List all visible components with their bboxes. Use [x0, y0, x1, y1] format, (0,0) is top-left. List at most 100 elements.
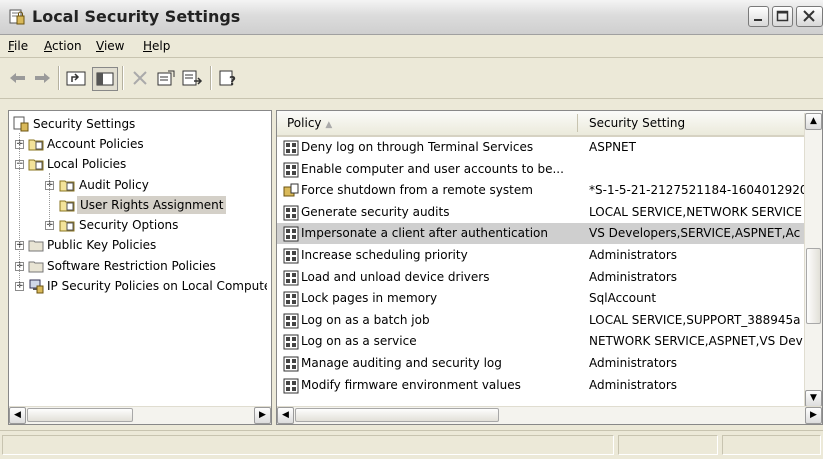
maximize-button[interactable]	[772, 6, 793, 27]
tree-horizontal-scrollbar[interactable]: ◀ ▶	[9, 406, 271, 424]
policy-name: Manage auditing and security log	[301, 356, 502, 370]
security-setting-value: LOCAL SERVICE,NETWORK SERVICE	[589, 204, 803, 219]
policy-row[interactable]: Generate security audits LOCAL SERVICE,NE…	[277, 202, 822, 223]
scroll-down-button[interactable]: ▼	[805, 390, 822, 407]
policy-row[interactable]: Manage auditing and security log Administ…	[277, 353, 822, 374]
minimize-icon	[754, 19, 762, 21]
user-right-policy-icon	[283, 270, 299, 286]
policy-name: Log on as a service	[301, 334, 417, 349]
close-icon	[803, 10, 815, 22]
tree-item-public-key-policies[interactable]: + Public Key Policies	[13, 236, 263, 254]
help-icon[interactable]: ?	[216, 67, 240, 89]
policy-name: Generate security audits	[301, 204, 450, 219]
scroll-thumb[interactable]	[295, 408, 499, 422]
policy-row[interactable]: Modify firmware environment values Admini…	[277, 375, 822, 396]
policy-folder-icon	[28, 159, 44, 171]
list-vertical-scrollbar[interactable]: ▲ ▼	[804, 113, 822, 407]
close-button[interactable]	[796, 6, 823, 27]
security-setting-value: Administrators	[589, 248, 678, 262]
scroll-left-button[interactable]: ◀	[277, 407, 294, 424]
security-settings-icon	[9, 9, 25, 25]
forward-arrow-icon[interactable]	[30, 67, 54, 89]
menu-file[interactable]: File	[8, 39, 28, 53]
user-right-policy-icon	[283, 140, 299, 156]
sort-ascending-icon: ▲	[325, 120, 333, 130]
policy-row[interactable]: Impersonate a client after authenticatio…	[277, 223, 822, 245]
policy-name: Force shutdown from a remote system	[301, 183, 533, 198]
security-settings-icon	[13, 116, 29, 132]
up-one-level-icon[interactable]	[64, 67, 88, 89]
user-right-policy-icon	[283, 162, 299, 178]
policy-row[interactable]: Force shutdown from a remote system *S-1-…	[277, 180, 822, 201]
status-panel-main	[2, 435, 614, 455]
toolbar-separator	[210, 66, 212, 90]
policy-row[interactable]: Log on as a service NETWORK SERVICE,ASPNE…	[277, 331, 822, 352]
user-right-policy-icon	[283, 313, 299, 329]
policy-folder-icon	[59, 180, 75, 192]
user-right-policy-icon	[283, 226, 299, 242]
security-setting-value: LOCAL SERVICE,SUPPORT_388945a	[589, 312, 801, 327]
security-setting-value: *S-1-5-21-2127521184-1604012920	[589, 183, 808, 198]
column-divider[interactable]	[577, 114, 578, 132]
policy-name: Load and unload device drivers	[301, 269, 490, 284]
status-bar	[0, 430, 823, 459]
ip-security-icon	[29, 279, 44, 294]
policy-row[interactable]: Deny log on through Terminal Services ASP…	[277, 137, 822, 158]
tree-connector-line	[19, 133, 20, 288]
policy-name: Lock pages in memory	[301, 291, 438, 306]
toolbar-separator	[58, 66, 60, 90]
user-right-policy-icon	[283, 378, 299, 394]
policy-folder-icon	[28, 139, 44, 151]
tree-item-account-policies[interactable]: + Account Policies	[13, 135, 263, 153]
policy-name: Log on as a batch job	[301, 312, 430, 327]
back-arrow-icon[interactable]	[6, 67, 30, 89]
policy-row[interactable]: Enable computer and user accounts to be.…	[277, 159, 822, 180]
delete-icon[interactable]	[128, 67, 152, 89]
folder-icon	[28, 261, 44, 273]
policy-row[interactable]: Log on as a batch job LOCAL SERVICE,SUPPO…	[277, 310, 822, 331]
user-right-policy-icon	[283, 334, 299, 350]
security-setting-value: VS Developers,SERVICE,ASPNET,Ac	[589, 226, 801, 241]
policy-list-pane: Policy ▲ Security Setting Deny log on th…	[276, 110, 823, 425]
policy-folder-icon	[59, 220, 75, 232]
tree-item-audit-policy[interactable]: + Audit Policy	[13, 176, 263, 194]
menu-help[interactable]: Help	[143, 39, 170, 53]
scroll-thumb[interactable]	[27, 408, 133, 422]
tree-item-security-options[interactable]: + Security Options	[13, 216, 263, 234]
scroll-thumb[interactable]	[806, 248, 821, 324]
security-setting-value: SqlAccount	[589, 291, 657, 306]
scroll-right-button[interactable]: ▶	[254, 407, 271, 424]
toolbar: ?	[0, 58, 823, 99]
security-setting-value: Administrators	[589, 356, 678, 370]
column-header-security-setting[interactable]: Security Setting	[589, 116, 685, 130]
policy-row[interactable]: Load and unload device drivers Administra…	[277, 267, 822, 288]
tree-item-user-rights-assignment[interactable]: User Rights Assignment	[13, 196, 263, 214]
menu-action[interactable]: Action	[44, 39, 82, 53]
policy-row[interactable]: Increase scheduling priority Administrato…	[277, 245, 822, 266]
tree-connector-line	[49, 173, 50, 227]
tree-item-local-policies[interactable]: − Local Policies	[13, 155, 263, 173]
show-hide-console-tree-icon[interactable]	[92, 67, 118, 91]
scroll-up-button[interactable]: ▲	[805, 113, 822, 130]
menu-view[interactable]: View	[96, 39, 124, 53]
status-panel-tertiary	[722, 435, 821, 455]
window-title: Local Security Settings	[32, 7, 241, 26]
user-right-policy-icon	[283, 205, 299, 221]
tree-item-software-restriction-policies[interactable]: + Software Restriction Policies	[13, 257, 263, 275]
policy-row[interactable]: Lock pages in memory SqlAccount	[277, 288, 822, 309]
minimize-button[interactable]	[748, 6, 769, 27]
list-horizontal-scrollbar[interactable]: ◀ ▶	[277, 406, 822, 424]
status-panel-secondary	[618, 435, 718, 455]
security-setting-value: NETWORK SERVICE,ASPNET,VS Dev	[589, 334, 803, 349]
policy-name: Increase scheduling priority	[301, 248, 468, 262]
tree-item-security-settings[interactable]: Security Settings	[13, 115, 263, 133]
export-list-icon[interactable]	[180, 67, 204, 89]
properties-icon[interactable]	[154, 67, 178, 89]
svg-text:?: ?	[229, 74, 236, 88]
column-header-policy[interactable]: Policy ▲	[287, 116, 332, 130]
tree-item-ip-security-policies[interactable]: + IP Security Policies on Local Computer	[13, 277, 267, 295]
scroll-right-button[interactable]: ▶	[805, 407, 822, 424]
title-bar[interactable]: Local Security Settings	[0, 0, 823, 35]
scroll-left-button[interactable]: ◀	[9, 407, 26, 424]
security-setting-value: Administrators	[589, 269, 678, 284]
